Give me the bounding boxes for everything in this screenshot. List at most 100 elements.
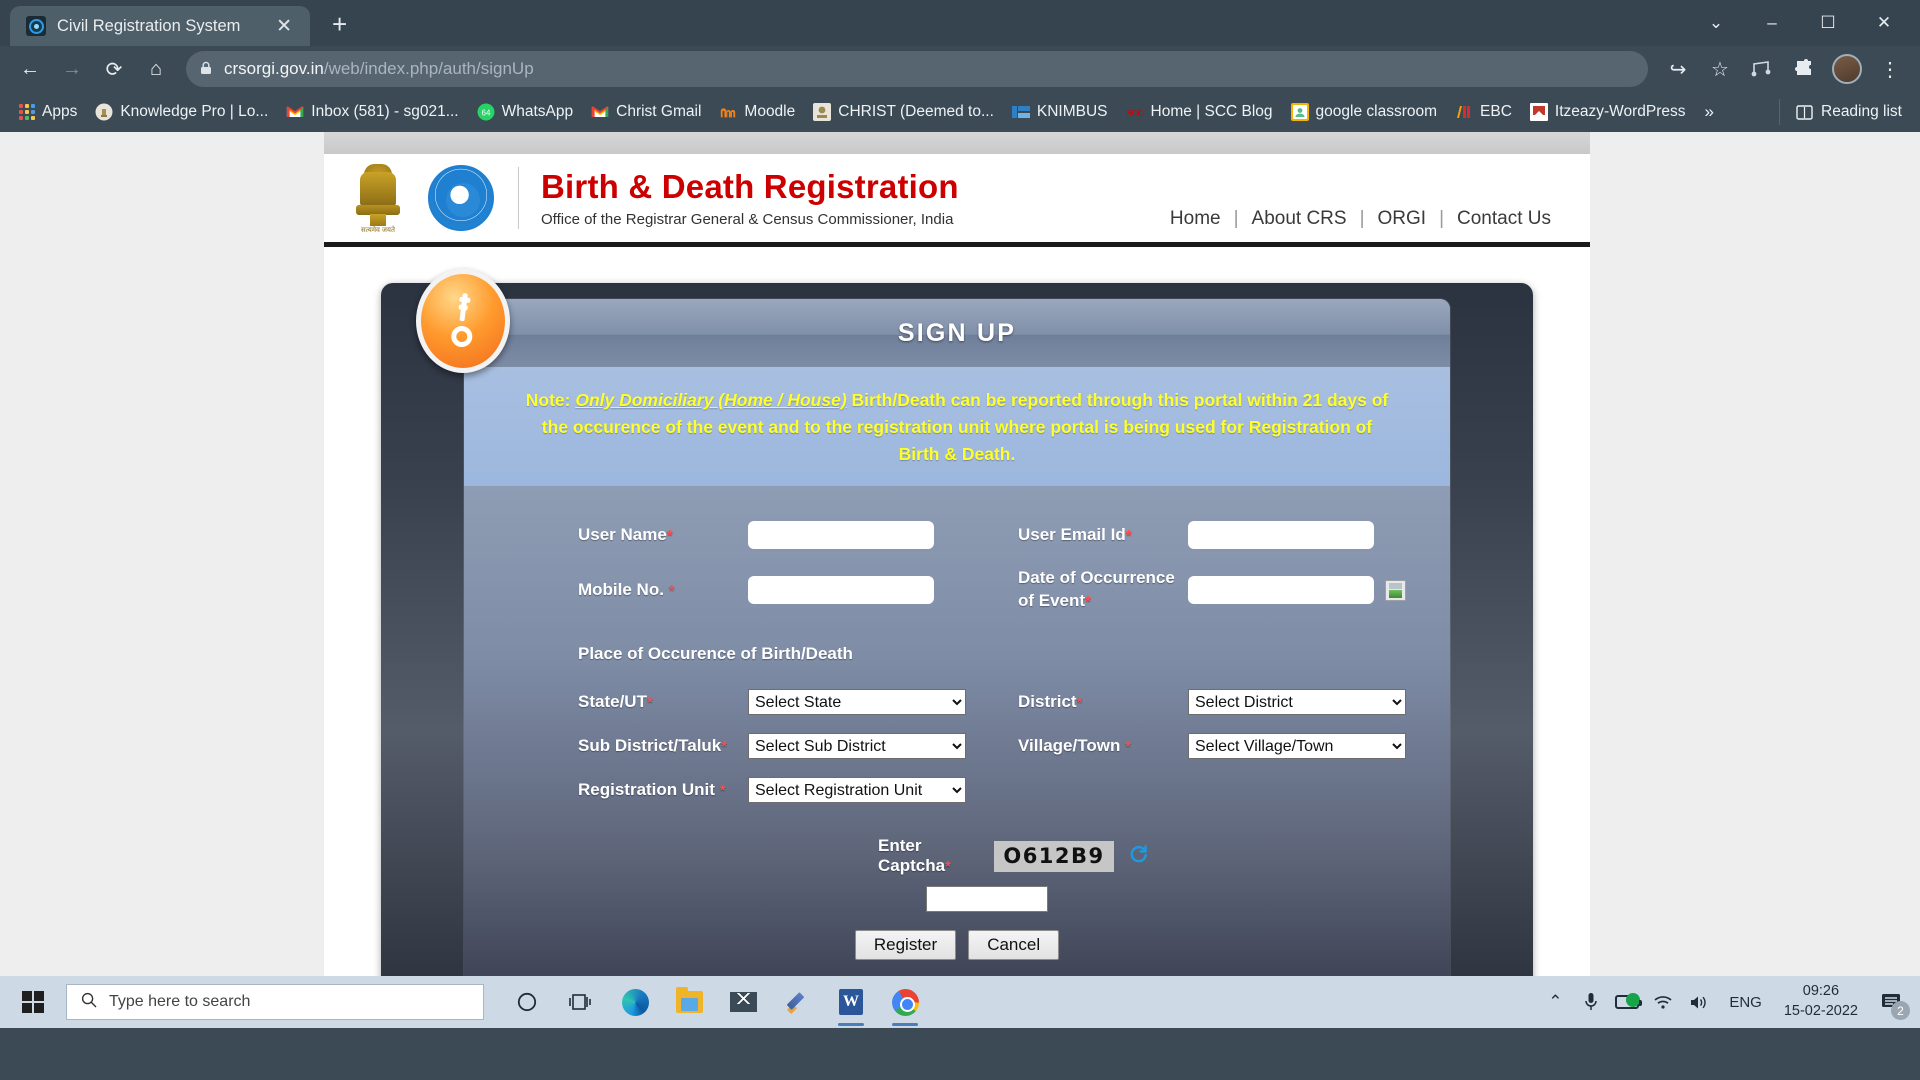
system-tray: ⌃ ENG 09:26 15-02-2022 2	[1537, 976, 1920, 1028]
village-select[interactable]: Select Village/Town	[1188, 733, 1406, 760]
date-of-occurrence-input[interactable]	[1188, 576, 1374, 605]
url-text: crsorgi.gov.in/web/index.php/auth/signUp	[224, 59, 534, 79]
bookmark-star-icon[interactable]: ☆	[1700, 49, 1740, 89]
browser-menu-icon[interactable]: ⋮	[1870, 49, 1910, 89]
sub-district-select[interactable]: Select Sub District	[748, 733, 966, 760]
form-grid-location: State/UT* Select State District* Select …	[464, 680, 1450, 812]
bookmark-apps[interactable]: Apps	[10, 99, 86, 125]
state-label: State/UT*	[578, 691, 653, 711]
nav-link-about-crs[interactable]: About CRS	[1239, 208, 1360, 230]
cancel-button[interactable]: Cancel	[968, 930, 1060, 961]
moodle-icon	[721, 108, 736, 118]
bookmark-label: Christ Gmail	[616, 103, 702, 120]
word-icon[interactable]: W	[826, 976, 876, 1028]
reading-list-button[interactable]: Reading list	[1779, 99, 1910, 125]
district-select[interactable]: Select District	[1188, 689, 1406, 716]
volume-icon[interactable]	[1681, 976, 1717, 1028]
page-viewport: सत्यमेव जयते Birth & Death Registration …	[0, 132, 1920, 1028]
clock-time: 09:26	[1802, 983, 1840, 1000]
calendar-icon[interactable]	[1385, 580, 1407, 602]
nav-link-contact-us[interactable]: Contact Us	[1444, 208, 1564, 230]
show-hidden-icons-chevron[interactable]: ⌃	[1537, 976, 1573, 1028]
bookmark-moodle[interactable]: Moodle	[710, 99, 804, 125]
music-icon[interactable]	[1742, 49, 1782, 89]
edge-icon[interactable]	[610, 976, 660, 1028]
action-center-icon[interactable]: 2	[1868, 976, 1914, 1028]
home-icon[interactable]: ⌂	[136, 49, 176, 89]
signup-inner-panel: SIGN UP Note: Only Domiciliary (Home / H…	[416, 269, 1450, 983]
required-marker: *	[721, 737, 728, 755]
bookmark-label: Itzeazy-WordPress	[1554, 103, 1686, 120]
back-icon[interactable]: ←	[10, 49, 50, 89]
user-email-input[interactable]	[1188, 521, 1374, 550]
language-indicator[interactable]: ENG	[1717, 994, 1774, 1011]
taskbar-search[interactable]: Type here to search	[66, 984, 484, 1020]
signup-panel-title: SIGN UP	[464, 299, 1450, 367]
reload-icon[interactable]: ⟳	[94, 49, 134, 89]
ebc-icon	[1457, 106, 1471, 118]
close-icon[interactable]: ✕	[270, 13, 298, 40]
nav-link-home[interactable]: Home	[1157, 208, 1234, 230]
captcha-input[interactable]	[926, 886, 1048, 913]
cortana-icon[interactable]	[502, 976, 552, 1028]
puzzle-icon[interactable]	[1784, 49, 1824, 89]
nav-link-orgi[interactable]: ORGI	[1365, 208, 1440, 230]
forward-icon[interactable]: →	[52, 49, 92, 89]
bookmark-christ-gmail[interactable]: Christ Gmail	[582, 99, 710, 125]
signup-note-band: Note: Only Domiciliary (Home / House) Bi…	[464, 367, 1450, 487]
clock[interactable]: 09:26 15-02-2022	[1774, 982, 1868, 1021]
browser-tab[interactable]: Civil Registration System ✕	[10, 6, 310, 46]
captcha-row: Enter Captcha* O612B9	[464, 836, 1450, 876]
bookmark-inbox[interactable]: Inbox (581) - sg021...	[277, 99, 467, 125]
close-window-button[interactable]: ✕	[1856, 4, 1912, 42]
microphone-icon[interactable]	[1573, 976, 1609, 1028]
wordpress-icon	[1529, 103, 1548, 121]
user-name-input[interactable]	[748, 521, 934, 550]
battery-charging-icon[interactable]	[1609, 976, 1645, 1028]
bookmark-itzeazy-wordpress[interactable]: Itzeazy-WordPress	[1521, 99, 1695, 125]
start-button[interactable]	[6, 976, 60, 1028]
word-glyph: W	[839, 989, 863, 1015]
classroom-icon	[1290, 103, 1309, 121]
url-path: /web/index.php/auth/signUp	[323, 59, 534, 78]
profile-avatar[interactable]	[1832, 54, 1862, 84]
maximize-button[interactable]: ☐	[1800, 4, 1856, 42]
refresh-icon[interactable]	[1128, 843, 1150, 869]
state-select[interactable]: Select State	[748, 689, 966, 716]
chevron-down-icon[interactable]: ⌄	[1688, 4, 1744, 42]
date-of-occurrence-label: Date of Occurrence of Event*	[1018, 568, 1175, 611]
bookmark-scc-blog[interactable]: SCC Home | SCC Blog	[1117, 99, 1282, 125]
bookmark-whatsapp[interactable]: 64 WhatsApp	[468, 99, 583, 125]
register-button[interactable]: Register	[854, 930, 957, 961]
snip-sketch-icon[interactable]	[772, 976, 822, 1028]
mobile-no-label: Mobile No. *	[578, 579, 675, 599]
required-marker: *	[719, 781, 726, 799]
gmail-icon	[591, 106, 609, 117]
mobile-no-input[interactable]	[748, 576, 934, 605]
note-emphasis: Only Domiciliary (Home / House)	[575, 390, 847, 410]
page-left-margin	[0, 132, 324, 1028]
address-bar[interactable]: crsorgi.gov.in/web/index.php/auth/signUp	[186, 51, 1648, 87]
clock-date: 15-02-2022	[1783, 1003, 1858, 1019]
wifi-icon[interactable]	[1645, 976, 1681, 1028]
signup-form: User Name* User Email Id* Mobile No. * D…	[464, 486, 1450, 983]
registration-unit-select[interactable]: Select Registration Unit	[748, 777, 966, 804]
page-right-margin	[1590, 132, 1920, 1028]
task-view-icon[interactable]	[556, 976, 606, 1028]
svg-text:SCC: SCC	[1126, 108, 1142, 117]
bookmark-knowledge-pro[interactable]: Knowledge Pro | Lo...	[86, 99, 277, 125]
mail-icon[interactable]	[718, 976, 768, 1028]
bookmark-ebc[interactable]: EBC	[1446, 99, 1521, 125]
chrome-icon[interactable]	[880, 976, 930, 1028]
share-icon[interactable]: ↪	[1658, 49, 1698, 89]
lock-icon	[200, 61, 212, 78]
file-explorer-icon[interactable]	[664, 976, 714, 1028]
bookmark-google-classroom[interactable]: google classroom	[1282, 99, 1446, 125]
bookmark-christ[interactable]: CHRIST (Deemed to...	[804, 99, 1003, 125]
user-email-field-cell	[1188, 512, 1450, 558]
minimize-button[interactable]: –	[1744, 4, 1800, 42]
bookmark-knimbus[interactable]: KNIMBUS	[1003, 99, 1117, 125]
new-tab-button[interactable]: +	[324, 9, 355, 39]
bookmarks-overflow-button[interactable]: »	[1695, 98, 1724, 126]
village-field-cell: Select Village/Town	[1188, 724, 1450, 768]
